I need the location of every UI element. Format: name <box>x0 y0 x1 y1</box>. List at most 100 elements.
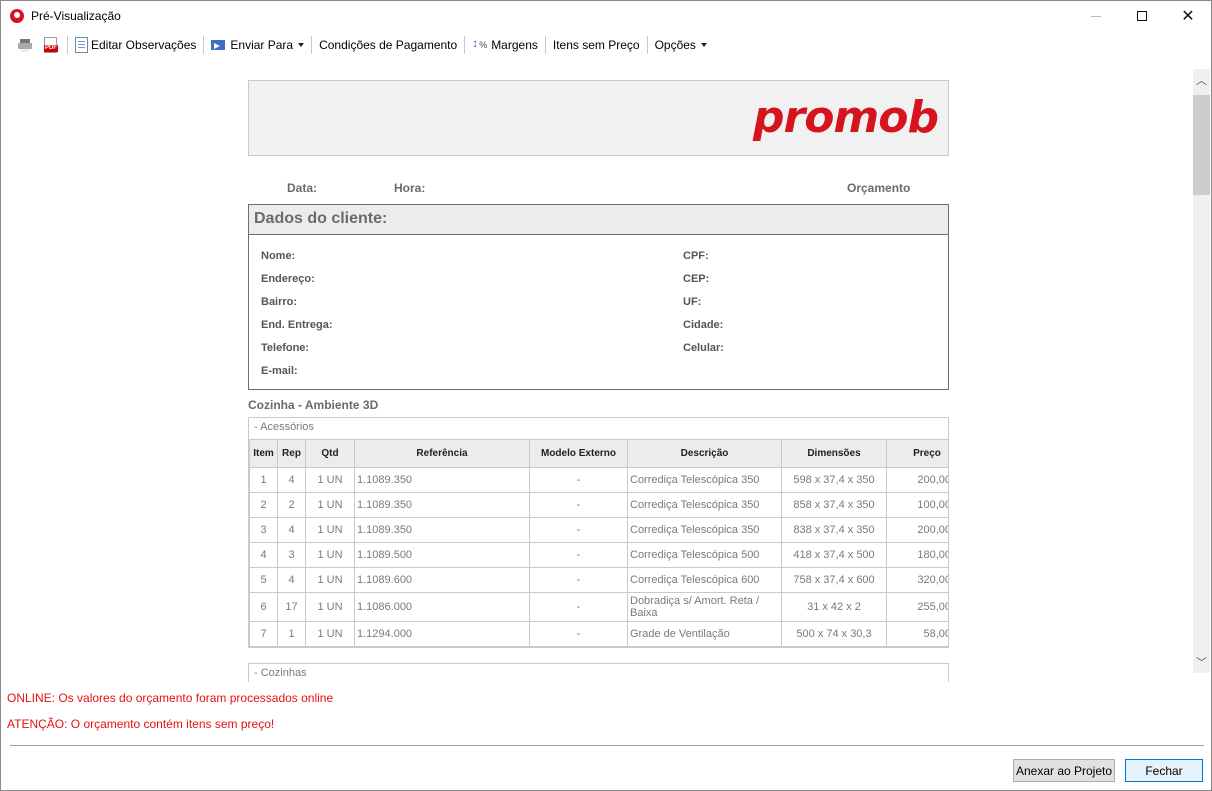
promob-logo: promob <box>753 92 939 143</box>
cell-rep: 2 <box>277 492 306 518</box>
client-field-phone: Telefone: <box>261 342 310 354</box>
cell-description: Dobradiça s/ Amort. Reta / Baixa <box>627 592 782 622</box>
table-row: 5 4 1 UN 1.1089.600 - Corrediça Telescóp… <box>249 567 948 593</box>
accessories-table-viewport: - Acessórios Item Rep Qtd Referência Mod… <box>249 418 948 648</box>
payment-terms-label: Condições de Pagamento <box>319 37 458 52</box>
cell-reference: 1.1089.350 <box>354 467 530 493</box>
scroll-down-icon[interactable]: ﹀ <box>1193 653 1210 670</box>
cell-description: Grade de Ventilação <box>627 621 782 647</box>
cell-qty: 1 UN <box>305 592 355 622</box>
toolbar-separator <box>646 35 648 54</box>
scroll-up-icon[interactable]: ︿ <box>1193 71 1210 88</box>
missing-price-warning: ATENÇÃO: O orçamento contém itens sem pr… <box>7 717 275 731</box>
cell-item: 3 <box>249 517 278 543</box>
margins-icon <box>472 36 488 53</box>
chevron-down-icon <box>700 42 707 47</box>
items-no-price-label: Itens sem Preço <box>552 37 640 52</box>
group-label-kitchens[interactable]: - Cozinhas <box>249 664 948 682</box>
table-row: 4 3 1 UN 1.1089.500 - Corrediça Telescóp… <box>249 542 948 568</box>
cell-rep: 1 <box>277 621 306 647</box>
cell-external-model: - <box>529 621 628 647</box>
table-row: 6 17 1 UN 1.1086.000 - Dobradiça s/ Amor… <box>249 592 948 622</box>
cell-price: 100,00 <box>886 492 948 518</box>
client-field-cpf: CPF: <box>683 250 709 262</box>
accessories-group: - Acessórios Item Rep Qtd Referência Mod… <box>248 417 949 648</box>
cell-price: 58,00 <box>886 621 948 647</box>
time-label: Hora: <box>394 181 426 195</box>
document-preview[interactable]: promob Data: Hora: Orçamento Dados do cl… <box>3 60 1193 682</box>
cell-dimensions: 838 x 37,4 x 350 <box>781 517 887 543</box>
cell-item: 5 <box>249 567 278 593</box>
scrollbar-thumb[interactable] <box>1193 95 1210 195</box>
table-row: 3 4 1 UN 1.1089.350 - Corrediça Telescóp… <box>249 517 948 543</box>
maximize-button[interactable] <box>1119 1 1165 31</box>
options-dropdown[interactable]: Opções <box>651 34 711 56</box>
document-header: promob <box>248 80 949 156</box>
client-field-district: Bairro: <box>261 296 298 308</box>
column-header-qty: Qtd <box>305 439 355 468</box>
options-label: Opções <box>654 37 696 52</box>
client-field-delivery-address: End. Entrega: <box>261 319 333 331</box>
cell-price: 180,00 <box>886 542 948 568</box>
client-field-city: Cidade: <box>683 319 724 331</box>
cell-dimensions: 758 x 37,4 x 600 <box>781 567 887 593</box>
column-header-description: Descrição <box>627 439 782 468</box>
cell-dimensions: 598 x 37,4 x 350 <box>781 467 887 493</box>
title-bar: Pré-Visualização ✕ <box>1 1 1211 31</box>
cell-qty: 1 UN <box>305 542 355 568</box>
cell-external-model: - <box>529 592 628 622</box>
cell-rep: 4 <box>277 467 306 493</box>
payment-terms-button[interactable]: Condições de Pagamento <box>315 34 461 56</box>
cell-description: Corrediça Telescópica 350 <box>627 492 782 518</box>
cell-external-model: - <box>529 467 628 493</box>
cell-rep: 4 <box>277 517 306 543</box>
kitchens-group: - Cozinhas <box>248 663 949 682</box>
cell-item: 4 <box>249 542 278 568</box>
date-label: Data: <box>287 181 318 195</box>
pdf-icon <box>44 36 58 53</box>
cell-description: Corrediça Telescópica 500 <box>627 542 782 568</box>
export-pdf-button[interactable] <box>40 34 64 56</box>
client-field-mobile: Celular: <box>683 342 724 354</box>
cell-qty: 1 UN <box>305 567 355 593</box>
column-header-rep: Rep <box>277 439 306 468</box>
cell-external-model: - <box>529 517 628 543</box>
send-icon <box>211 36 228 53</box>
vertical-scrollbar[interactable]: ︿ ﹀ <box>1193 69 1210 673</box>
margins-button[interactable]: Margens <box>468 34 542 56</box>
column-header-price: Preço <box>886 439 948 468</box>
margins-label: Margens <box>491 37 538 52</box>
cell-rep: 4 <box>277 567 306 593</box>
group-label-accessories[interactable]: - Acessórios <box>249 418 948 439</box>
cell-rep: 17 <box>277 592 306 622</box>
cell-reference: 1.1294.000 <box>354 621 530 647</box>
cell-qty: 1 UN <box>305 492 355 518</box>
client-data-title: Dados do cliente: <box>249 205 948 235</box>
cell-dimensions: 31 x 42 x 2 <box>781 592 887 622</box>
accessories-table: Item Rep Qtd Referência Modelo Externo D… <box>249 439 948 647</box>
send-to-label: Enviar Para <box>230 37 294 52</box>
items-no-price-button[interactable]: Itens sem Preço <box>549 34 644 56</box>
close-button[interactable]: Fechar <box>1125 759 1203 782</box>
table-row: 1 4 1 UN 1.1089.350 - Corrediça Telescóp… <box>249 467 948 493</box>
client-data-box: Dados do cliente: Nome: Endereço: Bairro… <box>248 204 949 390</box>
cell-dimensions: 418 x 37,4 x 500 <box>781 542 887 568</box>
window-title: Pré-Visualização <box>31 9 121 23</box>
cell-rep: 3 <box>277 542 306 568</box>
close-window-button[interactable]: ✕ <box>1165 1 1211 31</box>
edit-notes-label: Editar Observações <box>91 37 197 52</box>
cell-description: Corrediça Telescópica 350 <box>627 517 782 543</box>
send-to-dropdown[interactable]: Enviar Para <box>207 34 308 56</box>
column-header-external-model: Modelo Externo <box>529 439 628 468</box>
cell-external-model: - <box>529 542 628 568</box>
toolbar-separator <box>67 35 68 54</box>
edit-notes-button[interactable]: Editar Observações <box>71 34 200 56</box>
cell-price: 320,00 <box>886 567 948 593</box>
print-button[interactable] <box>13 34 40 56</box>
cell-dimensions: 500 x 74 x 30,3 <box>781 621 887 647</box>
client-field-cep: CEP: <box>683 273 710 285</box>
promob-app-icon <box>10 9 24 23</box>
cell-price: 200,00 <box>886 467 948 493</box>
minimize-button[interactable] <box>1073 1 1119 31</box>
attach-to-project-button[interactable]: Anexar ao Projeto <box>1013 759 1115 782</box>
